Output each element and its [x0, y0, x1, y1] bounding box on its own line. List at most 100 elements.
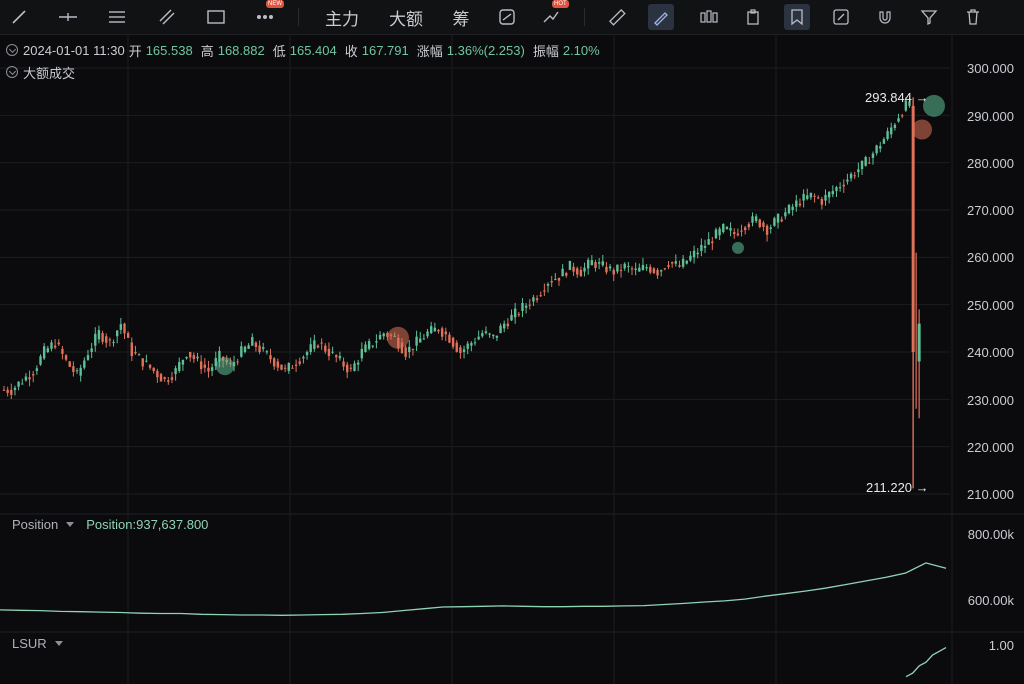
candle-body: [765, 225, 769, 235]
parallel-lines-icon[interactable]: [104, 4, 130, 30]
candle-body: [39, 356, 42, 365]
candle-body: [565, 273, 568, 276]
close-value: 167.791: [361, 42, 409, 58]
candle-body: [382, 333, 385, 337]
candle-body: [251, 337, 254, 346]
candle-body: [707, 239, 710, 245]
candle-body: [462, 349, 466, 352]
price-axis-tick: 240.000: [967, 345, 1014, 360]
collapse-icon[interactable]: [6, 44, 18, 56]
candle-body: [408, 346, 411, 352]
candle-body: [240, 346, 243, 357]
candle-body: [21, 383, 24, 385]
change-value: 1.36%(2.253): [446, 42, 525, 58]
ruler-diagonal-icon[interactable]: [154, 4, 180, 30]
delete-icon[interactable]: [960, 4, 986, 30]
candle-body: [495, 335, 499, 338]
candle-body: [568, 260, 572, 270]
candle-body: [539, 295, 542, 297]
candle-body: [335, 355, 338, 358]
candle-body: [50, 342, 53, 349]
amplitude-value: 2.10%: [562, 42, 600, 58]
indicator-name[interactable]: 大额成交: [23, 63, 75, 82]
candle-body: [123, 323, 126, 334]
candle-body: [806, 195, 809, 199]
candle-body: [86, 355, 90, 360]
position-value: Position:937,637.800: [86, 517, 209, 532]
candle-body: [842, 184, 845, 187]
candle-body: [743, 227, 747, 231]
candle-body: [119, 324, 123, 330]
magnet-icon[interactable]: [872, 4, 898, 30]
candle-body: [444, 331, 447, 335]
position-indicator-name[interactable]: Position: [12, 517, 58, 532]
open-label: 开: [128, 43, 142, 59]
price-axis-tick: 210.000: [967, 487, 1014, 502]
rectangle-icon[interactable]: [203, 4, 229, 30]
candle-body: [196, 356, 199, 359]
lsur-indicator-name[interactable]: LSUR: [12, 636, 47, 651]
price-chart[interactable]: [0, 34, 1024, 684]
candle-body: [532, 297, 535, 302]
candle-body: [616, 264, 619, 272]
candle-body: [356, 362, 360, 365]
price-axis-tick: 300.000: [967, 61, 1014, 76]
filter-icon[interactable]: [916, 4, 942, 30]
candle-body: [860, 160, 864, 169]
amplitude-label: 振幅: [532, 43, 559, 59]
candle-body: [459, 347, 462, 354]
candle-body: [320, 342, 323, 344]
candle-body: [813, 195, 816, 197]
candle-body: [776, 213, 780, 223]
candle-body: [627, 265, 630, 267]
candle-body: [466, 343, 469, 349]
position-axis-tick: 600.00k: [967, 593, 1014, 608]
candle-body: [579, 269, 583, 277]
max-price-marker: 293.844 →: [865, 90, 929, 105]
candle-body: [893, 124, 897, 128]
big-volume-bubble: [732, 241, 744, 254]
candle-body: [415, 336, 418, 346]
crash-candle-body: [911, 105, 915, 352]
measure-icon[interactable]: [604, 4, 630, 30]
candle-body: [798, 203, 802, 206]
chip-distribution-icon[interactable]: [494, 4, 520, 30]
position-panel-header: Position Position:937,637.800: [12, 517, 208, 532]
bookmark-icon[interactable]: [784, 4, 810, 30]
clipboard-icon[interactable]: [740, 4, 766, 30]
chips-button[interactable]: 筹: [448, 4, 474, 30]
main-force-button[interactable]: 主力: [320, 4, 364, 30]
candle-body: [722, 223, 725, 233]
candle-body: [90, 348, 93, 352]
candle-body: [638, 267, 641, 272]
candle-body: [353, 363, 356, 371]
high-value: 168.882: [217, 42, 265, 58]
line-tool-icon[interactable]: [6, 4, 32, 30]
dropdown-icon[interactable]: [66, 522, 75, 527]
candle-body: [572, 266, 575, 272]
candle-body: [484, 331, 488, 334]
candle-body: [269, 355, 272, 360]
candle-body: [871, 153, 875, 158]
high-label: 高: [200, 43, 214, 59]
big-volume-button[interactable]: 大额: [384, 4, 428, 30]
change-label: 涨幅: [416, 43, 443, 59]
candle-body: [900, 115, 904, 117]
horizontal-line-icon[interactable]: [55, 4, 81, 30]
min-price-marker: 211.220 →: [866, 480, 929, 495]
candle-body: [868, 162, 871, 164]
candle-body: [557, 277, 561, 281]
candle-body: [68, 361, 71, 367]
candle-body: [605, 266, 608, 273]
candle-body: [247, 345, 250, 349]
candle-style-icon[interactable]: [696, 4, 722, 30]
compare-icon[interactable]: HOT: [538, 0, 569, 30]
more-icon[interactable]: NEW: [252, 0, 284, 30]
indicator-toggle-icon[interactable]: [6, 66, 18, 78]
edit-icon[interactable]: [828, 4, 854, 30]
candle-body: [711, 241, 714, 244]
dropdown-icon[interactable]: [54, 641, 63, 646]
candle-body: [451, 337, 455, 347]
candle-body: [917, 323, 921, 362]
brush-icon[interactable]: [648, 4, 674, 30]
